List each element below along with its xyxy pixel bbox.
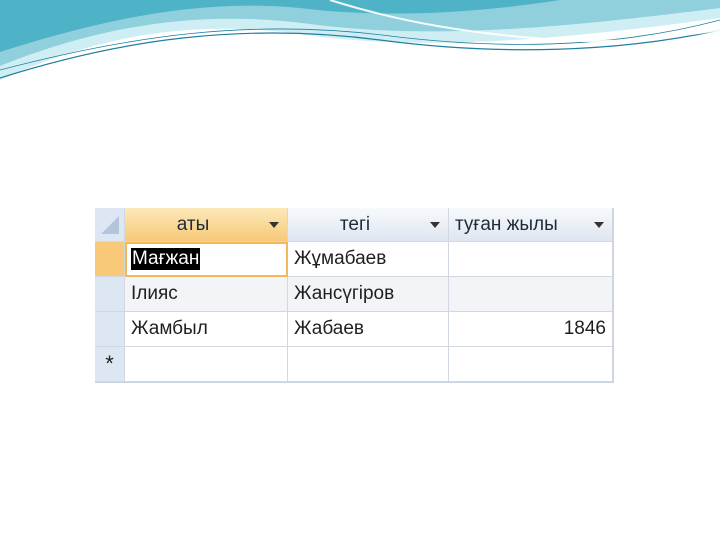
cell-tugan-zhyly-new[interactable]: [449, 347, 613, 382]
cell-aty[interactable]: Ілияс: [125, 277, 288, 312]
new-record-star-icon: *: [105, 351, 114, 376]
select-all-icon: [100, 215, 119, 234]
row-selector[interactable]: [95, 277, 125, 312]
selected-text: Мағжан: [131, 248, 201, 270]
cell-tegi-new[interactable]: [288, 347, 449, 382]
new-record-selector[interactable]: *: [95, 347, 125, 382]
cell-tegi[interactable]: Жансүгіров: [288, 277, 449, 312]
select-all-corner[interactable]: [95, 208, 125, 242]
cell-aty-new[interactable]: [125, 347, 288, 382]
row-selector-current[interactable]: [95, 242, 125, 277]
cell-tugan-zhyly[interactable]: [449, 277, 613, 312]
cell-tugan-zhyly[interactable]: [449, 242, 613, 277]
table-row[interactable]: Жамбыл Жабаев 1846: [95, 312, 613, 347]
row-selector[interactable]: [95, 312, 125, 347]
header-row: аты тегі туған жылы: [95, 208, 613, 242]
dropdown-arrow-icon[interactable]: [592, 218, 606, 232]
cell-tegi[interactable]: Жабаев: [288, 312, 449, 347]
table-row[interactable]: Ілияс Жансүгіров: [95, 277, 613, 312]
cell-aty[interactable]: Жамбыл: [125, 312, 288, 347]
dropdown-arrow-icon[interactable]: [267, 218, 281, 232]
column-header-tegi[interactable]: тегі: [288, 208, 449, 242]
column-header-label: аты: [176, 213, 210, 235]
column-header-aty[interactable]: аты: [125, 208, 288, 242]
table-row[interactable]: Мағжан Жұмабаев: [95, 242, 613, 277]
slide-wave-decoration: [0, 0, 720, 80]
column-header-label: туған жылы: [455, 213, 558, 235]
cell-tugan-zhyly[interactable]: 1846: [449, 312, 613, 347]
column-header-tugan-zhyly[interactable]: туған жылы: [449, 208, 613, 242]
column-header-label: тегі: [339, 213, 371, 235]
cell-tegi[interactable]: Жұмабаев: [288, 242, 449, 277]
cell-aty-editing[interactable]: Мағжан: [125, 242, 288, 277]
new-record-row[interactable]: *: [95, 347, 613, 382]
dropdown-arrow-icon[interactable]: [428, 218, 442, 232]
datasheet-table: аты тегі туған жылы Мағжан Жұмабаев Ілия…: [95, 208, 614, 383]
